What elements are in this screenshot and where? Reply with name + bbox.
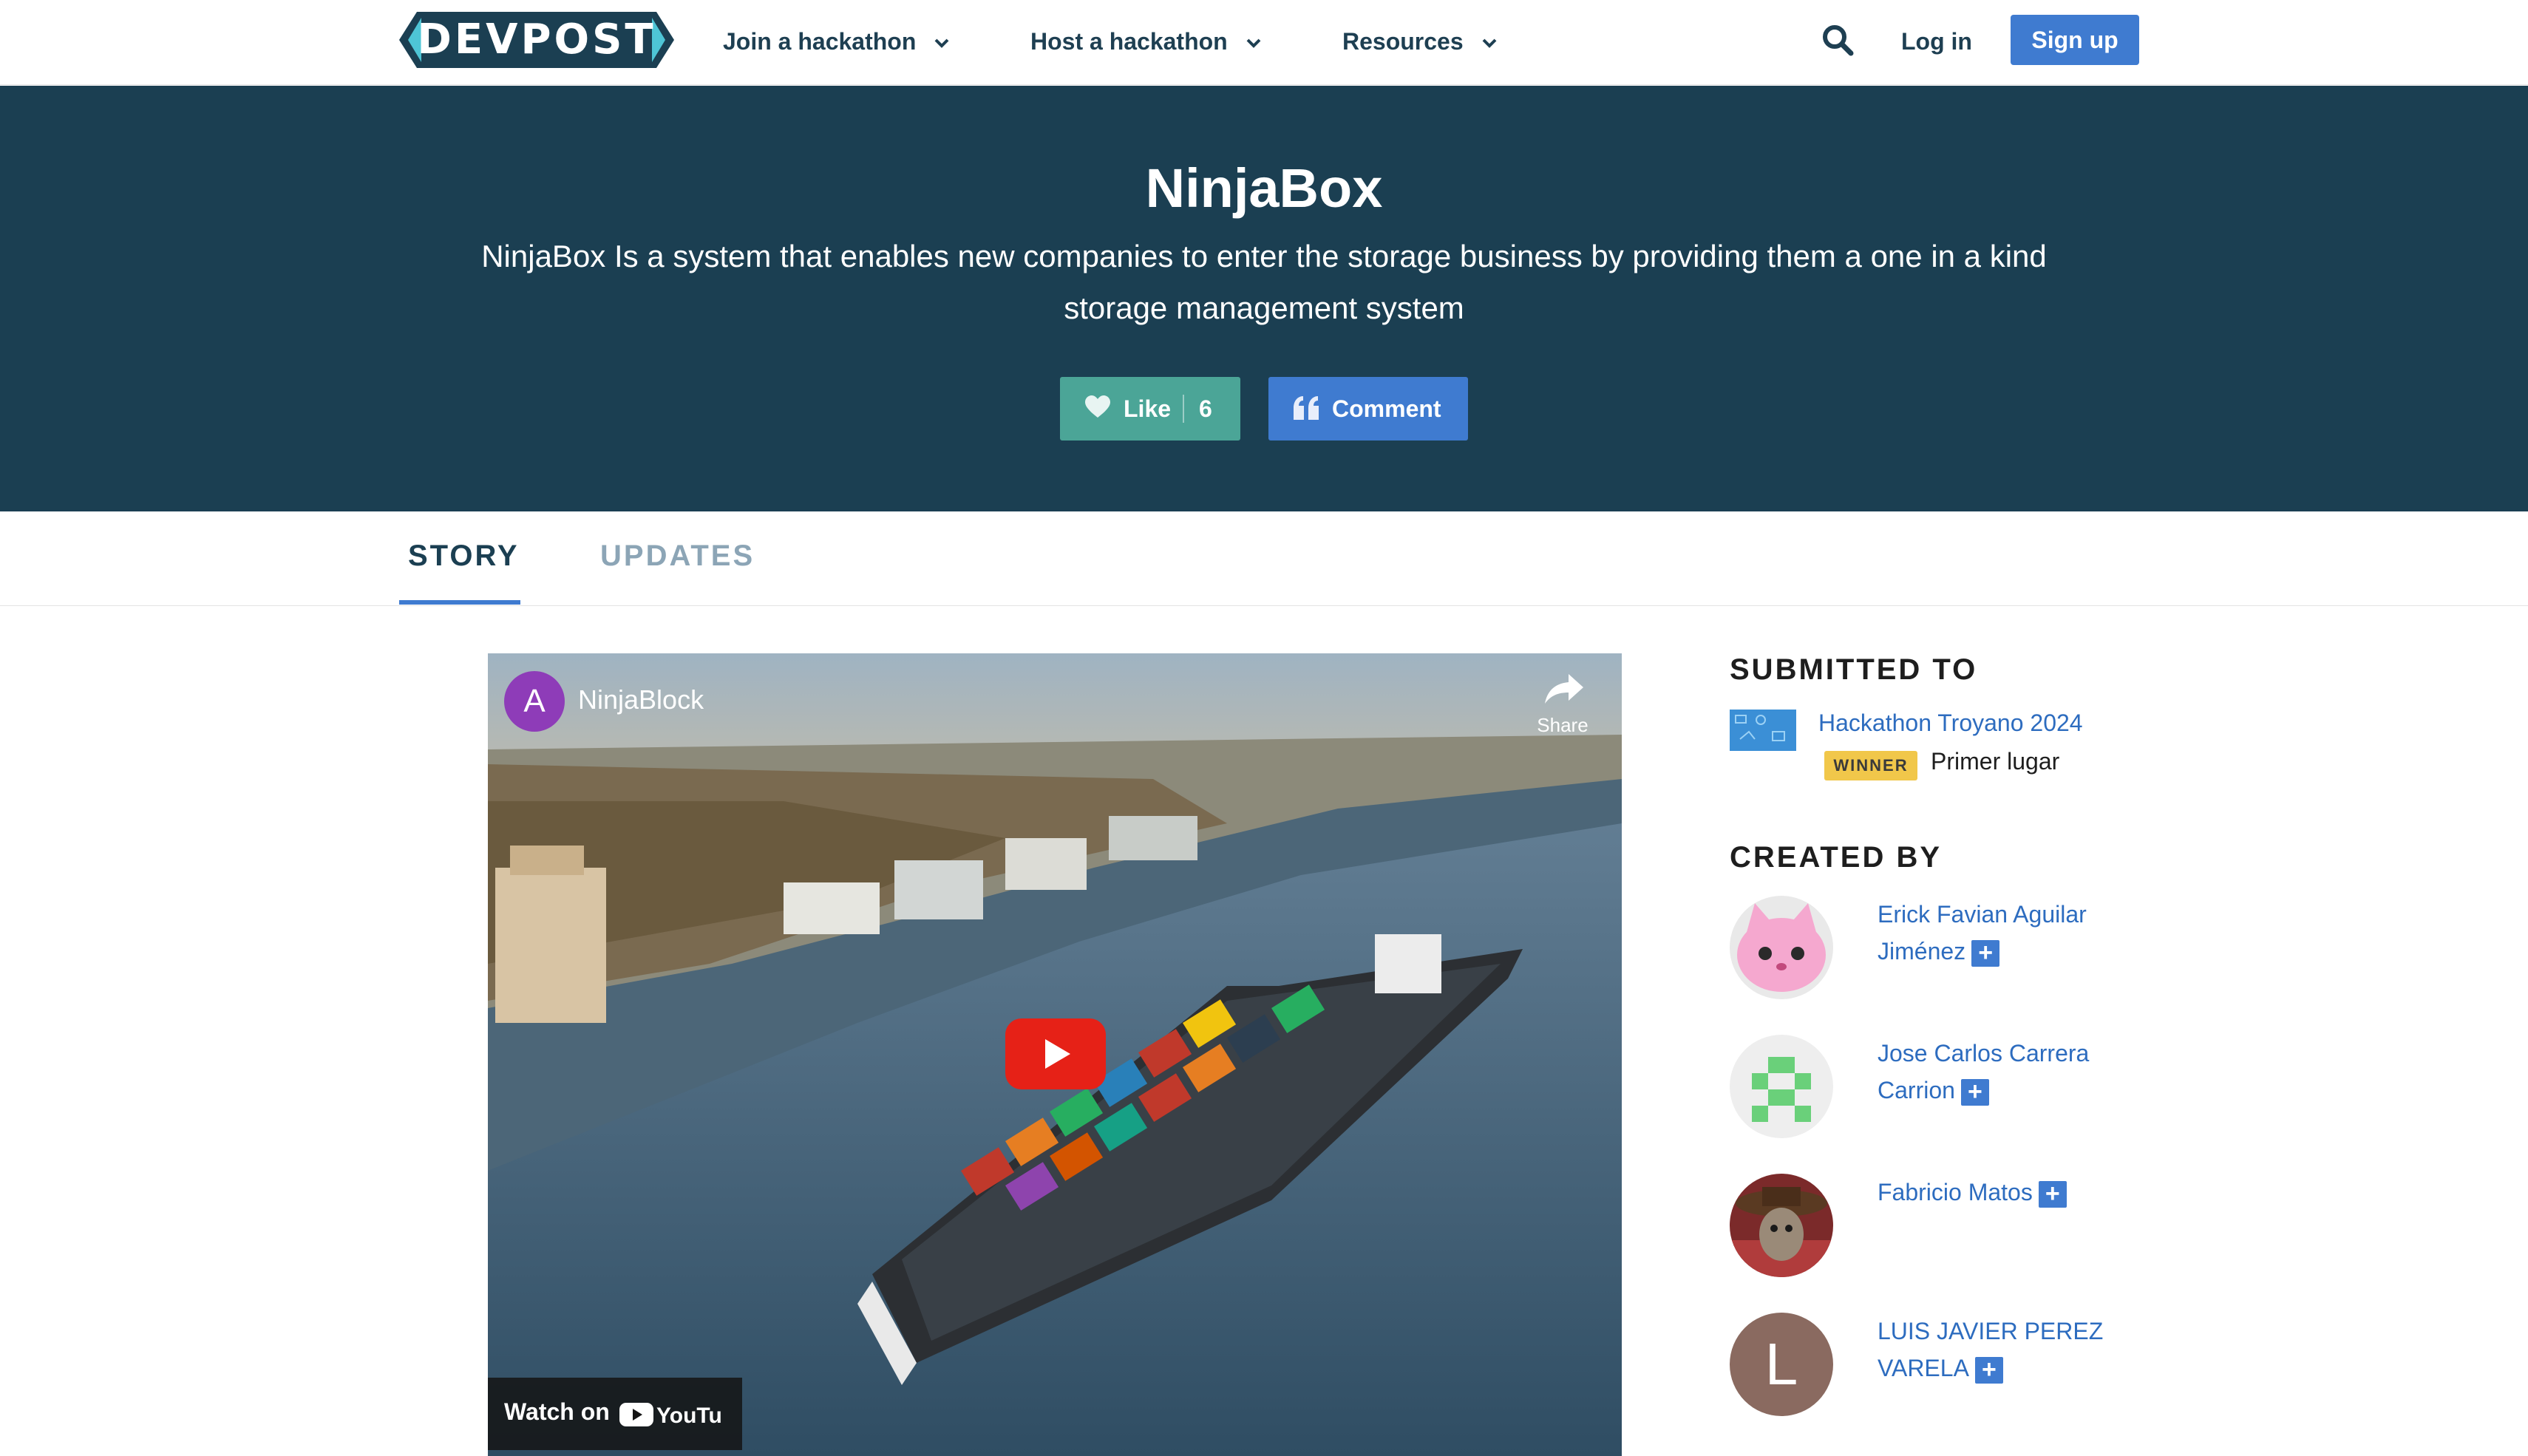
watch-on-label: Watch on xyxy=(504,1398,610,1425)
chevron-down-icon xyxy=(934,38,949,48)
join-hackathon-menu[interactable]: Join a hackathon xyxy=(723,24,949,59)
youtube-wordmark: YouTube xyxy=(656,1404,723,1428)
active-tab-indicator xyxy=(399,600,520,605)
host-hackathon-label: Host a hackathon xyxy=(1030,28,1228,55)
share-label[interactable]: Share xyxy=(1526,714,1600,737)
member-name[interactable]: Fabricio Matos + xyxy=(1878,1174,2121,1211)
member-name[interactable]: Erick Favian Aguilar Jiménez + xyxy=(1878,896,2121,970)
video-embed[interactable]: A NinjaBlock Share Watch on YouTube xyxy=(488,653,1622,1456)
team-member: Fabricio Matos + xyxy=(1730,1174,2321,1277)
join-hackathon-label: Join a hackathon xyxy=(723,28,917,55)
follow-plus-icon[interactable]: + xyxy=(2038,1180,2067,1208)
member-name[interactable]: LUIS JAVIER PEREZ VARELA + xyxy=(1878,1313,2121,1387)
follow-plus-icon[interactable]: + xyxy=(1960,1078,1989,1106)
quote-icon xyxy=(1294,396,1319,420)
chevron-down-icon xyxy=(1482,38,1496,48)
project-tagline: NinjaBox Is a system that enables new co… xyxy=(481,239,2047,325)
created-by-heading: CREATED BY xyxy=(1730,841,1943,874)
follow-plus-icon[interactable]: + xyxy=(1974,1356,2003,1384)
comment-label: Comment xyxy=(1332,395,1441,422)
watch-on-youtube[interactable]: Watch on YouTube xyxy=(488,1378,742,1450)
login-link[interactable]: Log in xyxy=(1901,24,1972,59)
member-name-text: Fabricio Matos xyxy=(1878,1179,2033,1205)
youtube-logo-icon: YouTube xyxy=(619,1403,723,1428)
avatar[interactable] xyxy=(1730,896,1833,999)
logo-text: DEVPOST xyxy=(417,16,656,64)
project-header: NinjaBox NinjaBox Is a system that enabl… xyxy=(0,86,2528,511)
submitted-to-heading: SUBMITTED TO xyxy=(1730,653,1978,686)
video-channel-name[interactable]: NinjaBlock xyxy=(578,684,704,715)
hackathon-thumbnail[interactable] xyxy=(1730,710,1796,751)
member-name[interactable]: Jose Carlos Carrera Carrion + xyxy=(1878,1035,2121,1109)
avatar[interactable] xyxy=(1730,1174,1833,1277)
channel-avatar[interactable]: A xyxy=(504,671,565,732)
devpost-logo[interactable]: DEVPOST xyxy=(399,12,674,68)
top-navbar: DEVPOST Join a hackathon Host a hackatho… xyxy=(0,0,2528,85)
pink-cat-avatar-icon xyxy=(1730,896,1833,999)
heart-icon xyxy=(1085,395,1110,418)
tab-updates[interactable]: UPDATES xyxy=(600,540,755,573)
host-hackathon-menu[interactable]: Host a hackathon xyxy=(1030,24,1261,59)
team-member: Erick Favian Aguilar Jiménez + xyxy=(1730,896,2321,999)
signup-button[interactable]: Sign up xyxy=(2011,15,2139,65)
winner-badge: WINNER xyxy=(1824,751,1917,780)
project-tabs: STORY UPDATES xyxy=(0,511,2528,606)
prize-label: Primer lugar xyxy=(1931,748,2060,775)
hackathon-link[interactable]: Hackathon Troyano 2024 xyxy=(1818,710,2083,737)
team-member: Jose Carlos Carrera Carrion + xyxy=(1730,1035,2321,1138)
like-divider xyxy=(1183,395,1184,423)
resources-menu[interactable]: Resources xyxy=(1342,24,1497,59)
cat-photo-avatar-icon xyxy=(1730,1174,1833,1277)
search-icon[interactable] xyxy=(1820,22,1855,58)
avatar[interactable] xyxy=(1730,1035,1833,1138)
play-icon[interactable] xyxy=(1005,1018,1106,1089)
like-label: Like xyxy=(1124,395,1172,422)
hackathon-pattern-icon xyxy=(1735,715,1785,741)
share-icon[interactable] xyxy=(1542,671,1586,708)
identicon-avatar-icon xyxy=(1730,1035,1833,1138)
comment-button[interactable]: Comment xyxy=(1268,377,1468,440)
chevron-down-icon xyxy=(1246,38,1261,48)
like-button[interactable]: Like 6 xyxy=(1060,377,1240,440)
avatar[interactable]: L xyxy=(1730,1313,1833,1416)
like-count: 6 xyxy=(1199,395,1212,422)
tab-story[interactable]: STORY xyxy=(408,540,520,573)
follow-plus-icon[interactable]: + xyxy=(1971,939,2000,967)
team-member: L LUIS JAVIER PEREZ VARELA + xyxy=(1730,1313,2321,1416)
project-title: NinjaBox xyxy=(1145,157,1383,219)
resources-label: Resources xyxy=(1342,28,1464,55)
